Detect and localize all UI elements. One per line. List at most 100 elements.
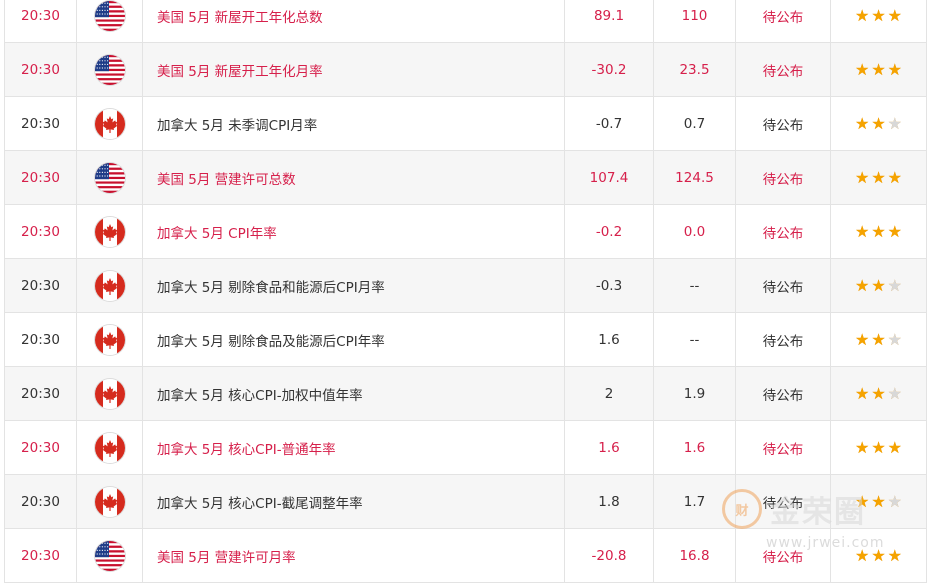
watermark-url: www.jrwei.com [766,535,885,551]
country-flag-cell [77,421,143,474]
time-cell: 20:30 [5,97,77,150]
importance-cell: ★ ★ ★ [831,43,926,96]
time-cell: 20:30 [5,43,77,96]
importance-stars: ★ ★ ★ [855,169,902,186]
actual-value: 待公布 [736,43,831,96]
importance-cell: ★ ★ ★ [831,259,926,312]
actual-value: 待公布 [736,313,831,366]
country-flag-cell [77,529,143,582]
star-filled-icon: ★ [854,329,870,349]
event-name[interactable]: 加拿大 5月 剔除食品和能源后CPI月率 [143,259,565,312]
star-filled-icon: ★ [871,275,886,295]
event-name[interactable]: 美国 5月 营建许可总数 [143,151,565,204]
importance-stars: ★ ★ ★ [854,113,903,133]
event-name[interactable]: 加拿大 5月 剔除食品及能源后CPI年率 [143,313,565,366]
actual-value: 待公布 [736,259,831,312]
star-empty-icon: ★ [887,113,903,133]
forecast-value: 124.5 [654,151,736,204]
importance-stars: ★ ★ ★ [854,275,903,295]
star-filled-icon: ★ [854,221,870,241]
previous-value: 1.8 [565,475,654,528]
time-cell: 20:30 [5,421,77,474]
table-row[interactable]: 20:30 加拿大 5月 未季调CPI月率 -0.7 0.7 待公布 ★ ★ ★ [5,97,926,151]
importance-stars: ★ ★ ★ [854,437,903,457]
table-row[interactable]: 20:30 美国 5月 新屋开工年化总数 89.1 110 待公布 ★ ★ ★ [5,0,926,43]
importance-stars: ★ ★ ★ [854,221,903,241]
table-row[interactable]: 20:30 加拿大 5月 剔除食品和能源后CPI月率 -0.3 -- 待公布 ★… [5,259,926,313]
previous-value: -20.8 [565,529,654,582]
country-flag-cell [77,43,143,96]
star-empty-icon: ★ [887,275,903,295]
table-row[interactable]: 20:30 美国 5月 新屋开工年化月率 -30.2 23.5 待公布 ★ ★ ★ [5,43,926,97]
previous-value: 89.1 [565,0,654,42]
importance-stars: ★ ★ ★ [855,5,903,25]
event-name[interactable]: 加拿大 5月 未季调CPI月率 [143,97,565,150]
forecast-value: 0.0 [654,205,736,258]
table-row[interactable]: 20:30 加拿大 5月 核心CPI-普通年率 1.6 1.6 待公布 ★ ★ ★ [5,421,926,475]
country-flag-cell [77,0,143,42]
star-filled-icon: ★ [871,221,886,241]
importance-cell: ★ ★ ★ [831,97,926,150]
canada-flag-icon [94,324,125,355]
watermark: 财 金荣圈 www.jrwei.com [722,487,885,559]
star-filled-icon: ★ [854,275,870,295]
event-name[interactable]: 加拿大 5月 核心CPI-截尾调整年率 [143,475,565,528]
us-flag-icon [94,54,125,85]
star-empty-icon: ★ [887,383,903,403]
event-name[interactable]: 美国 5月 新屋开工年化总数 [143,0,565,42]
star-filled-icon: ★ [887,5,903,25]
star-filled-icon: ★ [871,59,886,79]
previous-value: -0.7 [565,97,654,150]
previous-value: 2 [565,367,654,420]
time-cell: 20:30 [5,367,77,420]
canada-flag-icon [94,216,125,247]
country-flag-cell [77,151,143,204]
canada-flag-icon [94,378,125,409]
actual-value: 待公布 [736,151,831,204]
star-filled-icon: ★ [854,437,870,457]
us-flag-icon [94,0,125,31]
star-filled-icon: ★ [887,545,903,565]
event-name[interactable]: 美国 5月 营建许可月率 [143,529,565,582]
event-name[interactable]: 加拿大 5月 CPI年率 [143,205,565,258]
actual-value: 待公布 [736,0,831,42]
time-cell: 20:30 [5,475,77,528]
importance-cell: ★ ★ ★ [831,0,926,42]
event-name[interactable]: 加拿大 5月 核心CPI-加权中值年率 [143,367,565,420]
country-flag-cell [77,259,143,312]
star-filled-icon: ★ [887,221,903,241]
importance-stars: ★ ★ ★ [855,383,903,403]
table-row[interactable]: 20:30 加拿大 5月 核心CPI-加权中值年率 2 1.9 待公布 ★ ★ ★ [5,367,926,421]
us-flag-icon [94,162,125,193]
forecast-value: 1.6 [654,421,736,474]
importance-stars: ★ ★ ★ [855,59,903,79]
watermark-logo: 财 [722,489,762,529]
table-row[interactable]: 20:30 加拿大 5月 剔除食品及能源后CPI年率 1.6 -- 待公布 ★ ★… [5,313,926,367]
previous-value: 1.6 [565,421,654,474]
time-cell: 20:30 [5,259,77,312]
forecast-value: -- [654,259,736,312]
star-filled-icon: ★ [887,437,903,457]
actual-value: 待公布 [736,205,831,258]
previous-value: -0.2 [565,205,654,258]
forecast-value: 23.5 [654,43,736,96]
table-row[interactable]: 20:30 美国 5月 营建许可总数 107.4 124.5 待公布 ★ ★ ★ [5,151,926,205]
star-filled-icon: ★ [887,59,903,79]
table-row[interactable]: 20:30 加拿大 5月 CPI年率 -0.2 0.0 待公布 ★ ★ ★ [5,205,926,259]
event-name[interactable]: 加拿大 5月 核心CPI-普通年率 [143,421,565,474]
time-cell: 20:30 [5,0,77,42]
canada-flag-icon [94,486,125,517]
importance-cell: ★ ★ ★ [831,313,926,366]
forecast-value: 1.9 [654,367,736,420]
previous-value: 107.4 [565,151,654,204]
event-name[interactable]: 美国 5月 新屋开工年化月率 [143,43,565,96]
us-flag-icon [94,540,125,571]
star-filled-icon: ★ [871,329,886,349]
country-flag-cell [77,313,143,366]
actual-value: 待公布 [736,367,831,420]
forecast-value: 110 [654,0,736,42]
star-filled-icon: ★ [854,113,870,133]
importance-cell: ★ ★ ★ [831,205,926,258]
time-cell: 20:30 [5,205,77,258]
time-cell: 20:30 [5,529,77,582]
